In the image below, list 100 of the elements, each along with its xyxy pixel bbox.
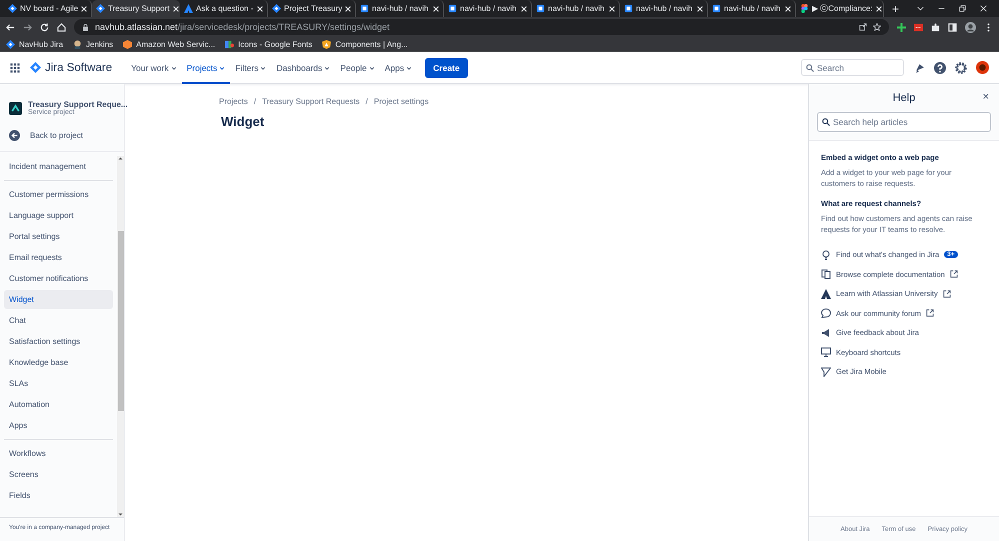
browser-tab[interactable]: Treasury Support: [92, 0, 180, 17]
back-to-project-link[interactable]: Back to project: [4, 126, 120, 145]
nav-menu[interactable]: Dashboards: [271, 52, 336, 84]
app-grid-icon[interactable]: [10, 62, 20, 72]
triangle-logo-icon: [821, 288, 831, 299]
bookmark[interactable]: NavHub Jira: [6, 40, 64, 48]
close-icon: [345, 6, 352, 12]
sidebar-item[interactable]: SLAs: [4, 374, 113, 393]
search-icon: [822, 118, 830, 126]
sidebar-item[interactable]: Knowledge base: [4, 353, 113, 372]
sidebar-item[interactable]: Customer permissions: [4, 185, 113, 204]
search-icon: [806, 64, 814, 72]
close-icon: [521, 6, 527, 12]
caret-icon: [368, 64, 375, 70]
diamond-logo-icon: [96, 4, 105, 13]
bookmark[interactable]: Jenkins: [73, 40, 114, 48]
breadcrumb-link[interactable]: Projects: [219, 97, 248, 106]
sidebar-item[interactable]: Email requests: [4, 248, 113, 267]
bucket-logo-icon: [536, 4, 545, 13]
search-field[interactable]: Search: [801, 59, 904, 76]
nav-menu[interactable]: Your work: [126, 52, 182, 84]
diamond-logo-icon: [30, 62, 41, 73]
diamond-logo-icon: [8, 4, 17, 13]
plus-icon[interactable]: [897, 22, 906, 32]
close-icon: [697, 6, 703, 12]
jira-logo[interactable]: Jira Software: [30, 62, 112, 74]
sidebar-item[interactable]: Portal settings: [4, 227, 113, 246]
breadcrumb-link[interactable]: Project settings: [374, 97, 429, 106]
shield-logo-icon: [322, 40, 332, 48]
sidebar-item[interactable]: Satisfaction settings: [4, 332, 113, 351]
star-icon[interactable]: [873, 23, 881, 31]
breadcrumb-link[interactable]: Treasury Support Requests: [262, 97, 360, 106]
monitor-icon: [821, 347, 831, 358]
minimize-icon[interactable]: [938, 5, 945, 12]
documents-icon: [821, 269, 831, 280]
sidebar-item[interactable]: Chat: [4, 311, 113, 330]
bookmark[interactable]: Components | Ang...: [322, 40, 408, 48]
close-icon: [257, 6, 263, 12]
caret-icon: [324, 64, 330, 70]
address-field[interactable]: navhub.atlassian.net/jira/servicedesk/projects/TREASURY/settings/widget: [74, 19, 889, 35]
bucket-logo-icon: [360, 4, 369, 13]
reload-icon[interactable]: [40, 22, 49, 32]
extension-icon[interactable]: [914, 22, 923, 32]
nav-menu[interactable]: Apps: [380, 52, 418, 84]
breadcrumb-separator: /: [366, 97, 368, 106]
breadcrumb-separator: /: [254, 97, 256, 106]
diamond-logo-icon: [6, 40, 15, 48]
caret-icon: [406, 64, 412, 70]
close-icon[interactable]: [980, 5, 987, 12]
sidebar-item[interactable]: Language support: [4, 206, 113, 225]
sidebar-item[interactable]: Widget: [4, 290, 113, 309]
close-icon: [876, 6, 882, 12]
restore-icon[interactable]: [959, 5, 966, 12]
nav-menu[interactable]: People: [335, 52, 380, 84]
chevron-down-icon[interactable]: [917, 5, 924, 12]
bookmark[interactable]: Amazon Web Servic...: [123, 40, 216, 48]
triangle-logo-icon: [184, 4, 193, 13]
create-button[interactable]: Create: [425, 58, 468, 78]
nav-menu[interactable]: Filters: [230, 52, 272, 84]
home-icon[interactable]: [57, 22, 66, 32]
sidebar-item[interactable]: Fields: [4, 486, 113, 505]
bookmark[interactable]: Icons - Google Fonts: [225, 40, 312, 48]
settings-icon[interactable]: [955, 62, 967, 74]
figma-logo-icon: [800, 4, 809, 13]
megaphone-icon: [821, 328, 831, 338]
bucket-logo-icon: [624, 4, 633, 13]
nav-menu[interactable]: Projects: [182, 52, 230, 84]
sidebar-icon[interactable]: [948, 22, 957, 32]
bucket-logo-icon: [448, 4, 457, 13]
scroll-up-icon: [118, 156, 123, 161]
close-icon: [81, 6, 88, 12]
scrollbar[interactable]: [117, 156, 124, 517]
paper-plane-icon: [821, 366, 831, 377]
close-button[interactable]: ×: [980, 91, 991, 103]
bucket-logo-icon: [712, 4, 721, 13]
sidebar-item[interactable]: Screens: [4, 465, 113, 484]
caret-icon: [219, 64, 226, 70]
forward-arrow-icon[interactable]: [23, 22, 32, 32]
sidebar-item[interactable]: Apps: [4, 416, 113, 435]
help-title: Help: [892, 92, 916, 104]
sidebar-item[interactable]: Customer notifications: [4, 269, 113, 288]
sidebar-item[interactable]: Workflows: [4, 444, 113, 463]
sidebar-item[interactable]: Incident management: [4, 157, 113, 176]
cube-icon: [123, 40, 132, 48]
back-arrow-icon[interactable]: [6, 22, 15, 32]
caret-icon: [260, 64, 266, 70]
new-tab-button[interactable]: +: [884, 0, 908, 17]
caret-icon: [170, 64, 177, 70]
lightbulb-icon: [821, 250, 831, 260]
project-avatar-icon: [9, 102, 22, 114]
sidebar-item[interactable]: Automation: [4, 395, 113, 414]
puzzle-icon[interactable]: [931, 22, 940, 32]
avatar-icon[interactable]: [976, 61, 989, 74]
butler-icon: [73, 40, 82, 48]
diamond-logo-icon: [272, 4, 281, 13]
close-icon: [172, 6, 179, 12]
share-icon[interactable]: [859, 23, 867, 31]
lock-icon: [82, 24, 89, 30]
help-icon[interactable]: [934, 62, 946, 74]
help-search-field[interactable]: Search help articles: [817, 112, 991, 132]
